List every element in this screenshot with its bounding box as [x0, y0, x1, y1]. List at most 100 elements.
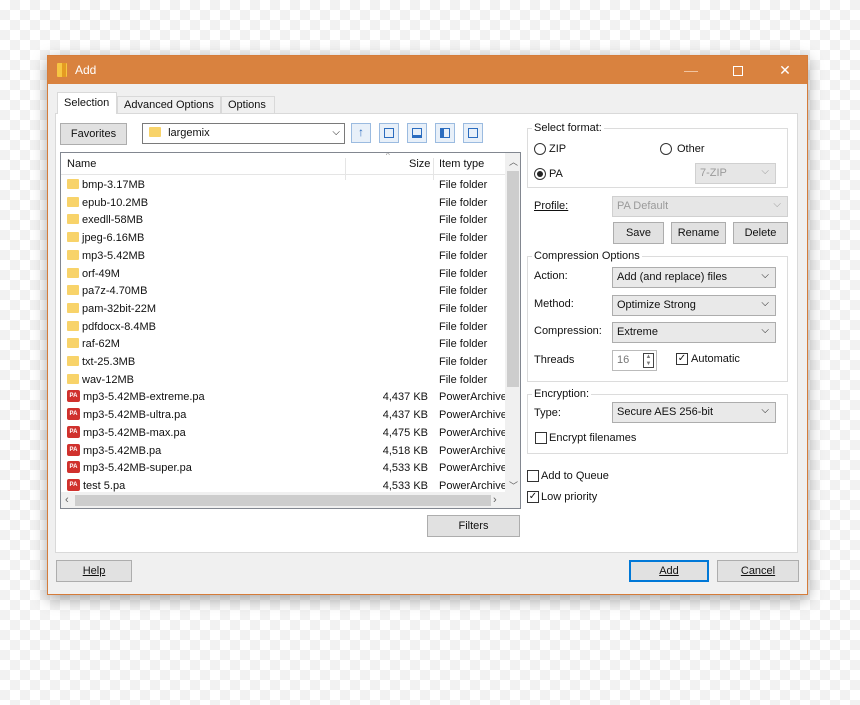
- folder-row[interactable]: wav-12MB File folder: [61, 372, 506, 390]
- row-type: File folder: [439, 249, 488, 262]
- folder-icon: [67, 249, 79, 260]
- encryption-type-combo[interactable]: Secure AES 256-bit ⌵: [612, 402, 776, 423]
- details-view-icon: [440, 128, 450, 138]
- add-to-queue-checkbox[interactable]: [527, 470, 539, 482]
- add-button[interactable]: Add: [629, 560, 709, 582]
- up-folder-icon: ↑: [358, 125, 364, 139]
- folder-row[interactable]: pa7z-4.70MB File folder: [61, 283, 506, 301]
- minimize-button[interactable]: —: [668, 56, 714, 84]
- row-name-text: mp3-5.42MB-extreme.pa: [83, 391, 205, 404]
- method-combo[interactable]: Optimize Strong ⌵: [612, 295, 776, 316]
- sort-icon: ^: [386, 152, 390, 160]
- row-type: File folder: [439, 373, 488, 386]
- folder-row[interactable]: jpeg-6.16MB File folder: [61, 230, 506, 248]
- action-combo[interactable]: Add (and replace) files ⌵: [612, 267, 776, 288]
- row-size: 4,533 KB: [382, 479, 428, 492]
- folder-row[interactable]: mp3-5.42MB File folder: [61, 248, 506, 266]
- row-size: 4,475 KB: [382, 426, 428, 439]
- row-name: txt-25.3MB: [67, 356, 135, 368]
- file-row[interactable]: PA mp3-5.42MB-max.pa 4,475 KB PowerArchive: [61, 425, 506, 443]
- close-button[interactable]: ✕: [762, 56, 808, 84]
- file-row[interactable]: PA mp3-5.42MB-extreme.pa 4,437 KB PowerArch…: [61, 389, 506, 407]
- horizontal-scrollbar[interactable]: ‹ ›: [61, 492, 520, 508]
- folder-row[interactable]: txt-25.3MB File folder: [61, 354, 506, 372]
- rename-button[interactable]: Rename: [671, 222, 726, 244]
- row-type: PowerArchive: [439, 462, 505, 475]
- delete-button[interactable]: Delete: [733, 222, 788, 244]
- save-button[interactable]: Save: [613, 222, 664, 244]
- path-value: largemix: [168, 126, 210, 139]
- row-name: exedll-58MB: [67, 214, 143, 226]
- row-type: File folder: [439, 232, 488, 245]
- compression-label: Compression:: [534, 325, 602, 337]
- list-view-button[interactable]: [463, 123, 483, 143]
- details-view-button[interactable]: [435, 123, 455, 143]
- folder-row[interactable]: epub-10.2MB File folder: [61, 195, 506, 213]
- tab-selection[interactable]: Selection: [57, 92, 117, 114]
- row-name-text: mp3-5.42MB: [82, 249, 145, 262]
- up-folder-button[interactable]: ↑: [351, 123, 371, 143]
- threads-spinner[interactable]: 16 ▲ ▼: [612, 350, 657, 371]
- tab-options[interactable]: Options: [221, 96, 275, 114]
- folder-row[interactable]: pdfdocx-8.4MB File folder: [61, 319, 506, 337]
- folder-row[interactable]: raf-62M File folder: [61, 336, 506, 354]
- zip-radio[interactable]: [534, 143, 546, 155]
- row-type: File folder: [439, 179, 488, 191]
- scroll-down-icon[interactable]: ﹀: [509, 479, 518, 492]
- folder-row[interactable]: exedll-58MB File folder: [61, 212, 506, 230]
- file-row[interactable]: PA mp3-5.42MB.pa 4,518 KB PowerArchive: [61, 443, 506, 461]
- row-type: File folder: [439, 338, 488, 351]
- scroll-thumb[interactable]: [507, 171, 519, 387]
- encryption-type-value: Secure AES 256-bit: [617, 406, 714, 418]
- scroll-right-icon[interactable]: ›: [493, 494, 497, 506]
- row-name: PA test 5.pa: [67, 478, 125, 492]
- folder-icon: [67, 267, 79, 278]
- filters-button[interactable]: Filters: [427, 515, 520, 537]
- path-combo[interactable]: largemix ⌵: [142, 123, 345, 144]
- vertical-scrollbar[interactable]: ︿ ﹀: [505, 153, 520, 493]
- view-button[interactable]: [407, 123, 427, 143]
- tab-advanced-options[interactable]: Advanced Options: [117, 96, 221, 114]
- pa-radio[interactable]: [534, 168, 546, 180]
- other-radio[interactable]: [660, 143, 672, 155]
- action-value: Add (and replace) files: [617, 271, 728, 283]
- column-item-type[interactable]: Item type: [439, 158, 484, 170]
- file-row[interactable]: PA mp3-5.42MB-ultra.pa 4,437 KB PowerArchiv…: [61, 407, 506, 425]
- encrypt-filenames-label: Encrypt filenames: [549, 432, 637, 444]
- maximize-button[interactable]: [715, 56, 761, 84]
- file-list-header: Name ^ Size Item type: [61, 152, 506, 180]
- folder-icon: [67, 338, 79, 349]
- file-row[interactable]: PA mp3-5.42MB-super.pa 4,533 KB PowerArchiv…: [61, 460, 506, 478]
- favorites-button[interactable]: Favorites: [60, 123, 127, 145]
- row-type: PowerArchive: [439, 409, 505, 422]
- row-name-text: mp3-5.42MB-super.pa: [83, 462, 192, 475]
- compression-combo[interactable]: Extreme ⌵: [612, 322, 776, 343]
- row-name-text: jpeg-6.16MB: [82, 232, 145, 245]
- scroll-thumb[interactable]: [75, 495, 491, 506]
- new-folder-button[interactable]: [379, 123, 399, 143]
- chevron-down-icon: ⌵: [761, 325, 769, 336]
- spinner-arrows-icon[interactable]: ▲ ▼: [643, 353, 654, 368]
- row-name: pa7z-4.70MB: [67, 285, 147, 297]
- folder-row[interactable]: bmp-3.17MB File folder: [61, 177, 506, 195]
- low-priority-checkbox[interactable]: ✓: [527, 491, 539, 503]
- folder-row[interactable]: pam-32bit-22M File folder: [61, 301, 506, 319]
- file-list[interactable]: Name ^ Size Item type bmp-3.17MB File fol…: [60, 152, 521, 509]
- scroll-left-icon[interactable]: ‹: [65, 494, 69, 506]
- row-name-text: txt-25.3MB: [82, 356, 136, 368]
- scroll-up-icon[interactable]: ︿: [509, 155, 518, 168]
- column-name[interactable]: Name: [67, 158, 96, 170]
- help-button[interactable]: Help: [56, 560, 132, 582]
- automatic-checkbox[interactable]: ✓: [676, 353, 688, 365]
- other-format-combo[interactable]: 7-ZIP ⌵: [695, 163, 776, 184]
- encryption-title: Encryption:: [532, 388, 592, 400]
- row-name: mp3-5.42MB: [67, 250, 145, 262]
- folder-row[interactable]: orf-49M File folder: [61, 266, 506, 284]
- row-type: File folder: [439, 302, 488, 315]
- column-size[interactable]: Size: [409, 158, 430, 170]
- profile-combo[interactable]: PA Default ⌵: [612, 196, 788, 217]
- cancel-button[interactable]: Cancel: [717, 560, 799, 582]
- row-name: PA mp3-5.42MB-super.pa: [67, 461, 192, 475]
- row-name: pam-32bit-22M: [67, 303, 156, 315]
- encrypt-filenames-checkbox[interactable]: [535, 432, 547, 444]
